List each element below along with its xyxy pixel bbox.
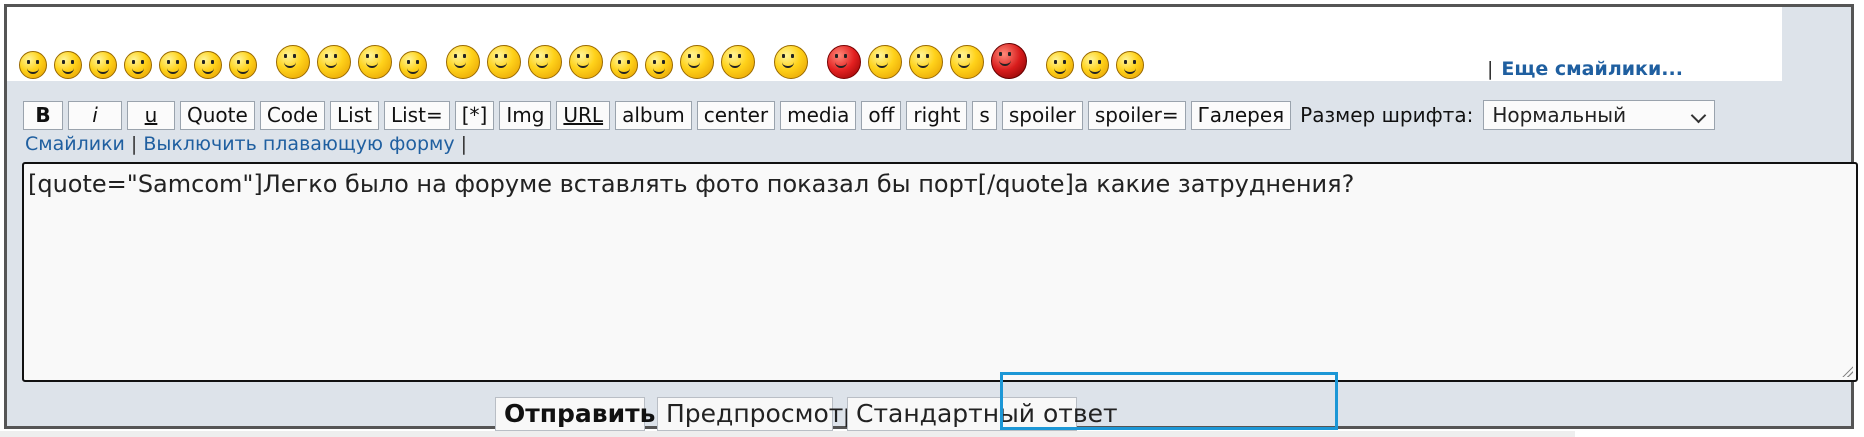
hungry-smiley-icon[interactable] <box>487 45 521 79</box>
blush-smiley-icon[interactable] <box>276 45 310 79</box>
neutral-smiley-icon[interactable] <box>1046 51 1074 79</box>
separator: | <box>460 133 467 155</box>
mad-smiley-icon[interactable] <box>827 45 861 79</box>
underline-button[interactable]: u <box>127 100 175 130</box>
code-button[interactable]: Code <box>259 100 326 130</box>
smile-smiley-icon[interactable] <box>54 51 82 79</box>
grin-smiley-icon[interactable] <box>19 51 47 79</box>
action-buttons: Отправить Предпросмотр Стандартный ответ <box>7 397 1851 433</box>
gallery-button[interactable]: Галерея <box>1190 100 1292 130</box>
smilies-link[interactable]: Смайлики <box>25 133 125 155</box>
angry-smiley-icon[interactable] <box>159 51 187 79</box>
center-button[interactable]: center <box>696 100 776 130</box>
album-button[interactable]: album <box>615 100 692 130</box>
right-button[interactable]: right <box>906 100 968 130</box>
send-button[interactable]: Отправить <box>495 397 655 431</box>
font-size-value: Нормальный <box>1492 103 1627 127</box>
page-bottom-edge <box>0 431 1575 437</box>
strike-button[interactable]: s <box>972 100 997 130</box>
list-item-button[interactable]: [*] <box>454 100 495 130</box>
spoiler-button[interactable]: spoiler <box>1001 100 1083 130</box>
chevron-down-icon <box>1691 107 1707 124</box>
sleepy-smiley-icon[interactable] <box>229 51 257 79</box>
beer-smiley-icon[interactable] <box>528 45 562 79</box>
separator: | <box>130 133 138 155</box>
thumbsup-smiley-icon[interactable] <box>569 45 603 79</box>
bbcode-toolbar: B i u Quote Code List List= [*] Img URL … <box>23 99 1716 131</box>
wink-smiley-icon[interactable] <box>358 45 392 79</box>
preview-button[interactable]: Предпросмотр <box>657 397 859 431</box>
font-size-select[interactable]: Нормальный <box>1483 100 1716 130</box>
wave-smiley-icon[interactable] <box>317 45 351 79</box>
scared-smiley-icon[interactable] <box>1081 51 1109 79</box>
form-links: Смайлики | Выключить плавающую форму | <box>25 133 473 155</box>
sad-smiley-icon[interactable] <box>89 51 117 79</box>
quote-button[interactable]: Quote <box>180 100 255 130</box>
rofl-smiley-icon[interactable] <box>774 45 808 79</box>
url-button[interactable]: URL <box>556 100 611 130</box>
more-smilies-link-wrapper: | Еще смайлики... <box>1487 58 1683 80</box>
disable-floating-form-link[interactable]: Выключить плавающую форму <box>143 133 454 155</box>
list-eq-button[interactable]: List= <box>383 100 450 130</box>
message-textarea[interactable]: [quote="Samcom"]Легко было на форуме вст… <box>22 162 1858 382</box>
font-size-label: Размер шрифта: <box>1300 103 1474 127</box>
message-text: [quote="Samcom"]Легко было на форуме вст… <box>28 170 1355 198</box>
yes-smiley-icon[interactable] <box>1116 51 1144 79</box>
devil-smiley-icon[interactable] <box>991 43 1027 79</box>
dance-smiley-icon[interactable] <box>446 45 480 79</box>
more-smilies-link[interactable]: Еще смайлики... <box>1501 58 1683 80</box>
cry-smiley-icon[interactable] <box>399 51 427 79</box>
read-smiley-icon[interactable] <box>680 45 714 79</box>
standard-reply-button[interactable]: Стандартный ответ <box>847 397 1118 431</box>
kiss-smiley-icon[interactable] <box>194 51 222 79</box>
confused-smiley-icon[interactable] <box>124 51 152 79</box>
reply-form: | Еще смайлики... B i u Quote Code List L… <box>4 4 1858 431</box>
facepalm-smiley-icon[interactable] <box>909 45 943 79</box>
separator: | <box>1487 58 1494 80</box>
thinking-smiley-icon[interactable] <box>721 45 755 79</box>
media-button[interactable]: media <box>780 100 857 130</box>
list-button[interactable]: List <box>330 100 379 130</box>
off-button[interactable]: off <box>861 100 902 130</box>
surprised-smiley-icon[interactable] <box>610 51 638 79</box>
spoiler-eq-button[interactable]: spoiler= <box>1087 100 1186 130</box>
bold-button[interactable]: B <box>23 100 63 130</box>
smilies-bar <box>19 29 1151 79</box>
italic-button[interactable]: i <box>68 100 122 130</box>
resize-handle-icon[interactable] <box>1841 365 1853 377</box>
img-button[interactable]: Img <box>499 100 552 130</box>
cool-smiley-icon[interactable] <box>645 51 673 79</box>
idea-smiley-icon[interactable] <box>950 45 984 79</box>
shock-smiley-icon[interactable] <box>868 45 902 79</box>
